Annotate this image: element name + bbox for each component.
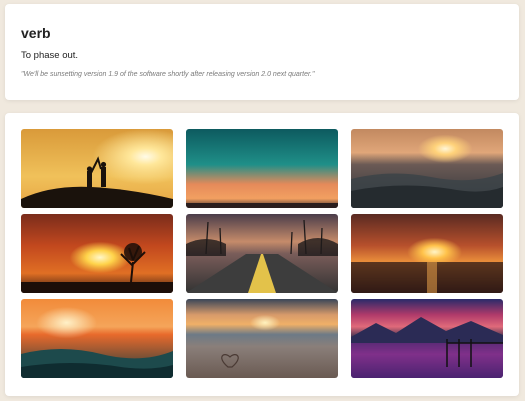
definition-text: To phase out. [21,50,79,61]
definition-card: verb To phase out. "We'll be sunsetting … [5,4,519,100]
sea-horizon-red-sunset-photo[interactable] [351,214,503,293]
couple-silhouette-sunset-photo[interactable] [21,129,173,208]
teal-orange-sky-sunset-photo[interactable] [186,129,338,208]
image-gallery [5,113,519,396]
orange-sea-waves-sunset-photo[interactable] [21,299,173,378]
example-quote: "We'll be sunsetting version 1.9 of the … [21,71,315,78]
beach-heart-sand-sunset-photo[interactable] [186,299,338,378]
lone-tree-orange-sunset-photo[interactable] [21,214,173,293]
ocean-waves-dark-sunset-photo[interactable] [351,129,503,208]
mountain-lake-purple-sunset-photo[interactable] [351,299,503,378]
word-class: verb [21,25,51,41]
palm-tree-road-sunset-photo[interactable] [186,214,338,293]
